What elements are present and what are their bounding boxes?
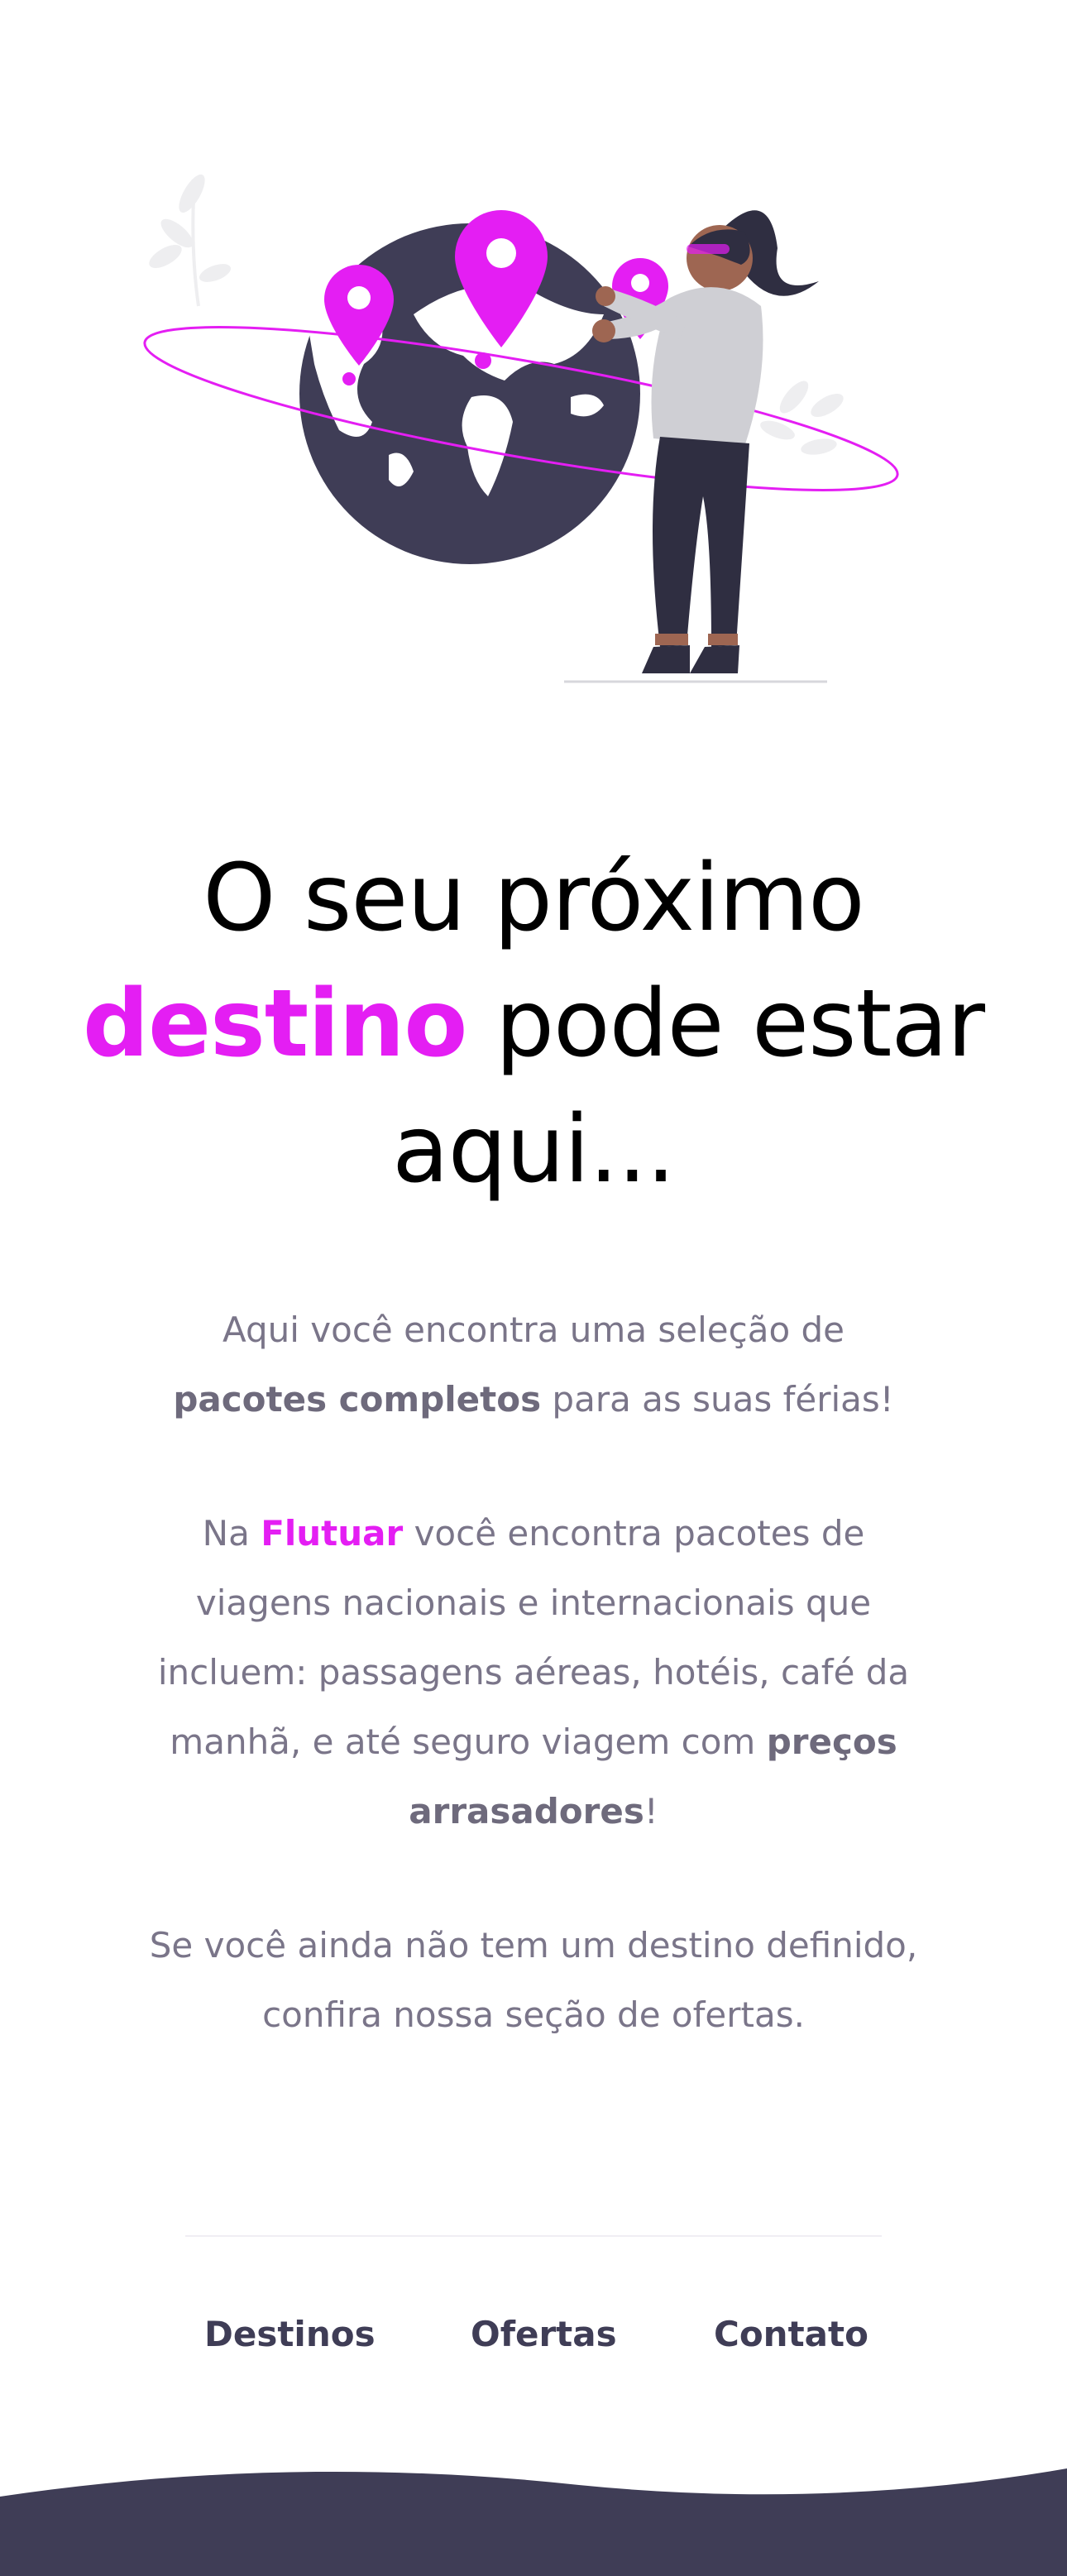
intro-text: Aqui você encontra uma seleção de (222, 1310, 845, 1350)
headline-accent: destino (82, 970, 467, 1078)
headline-line-1: O seu próximo (203, 845, 864, 952)
hero-illustration (143, 174, 899, 683)
nav-link-contato[interactable]: Contato (714, 2310, 868, 2359)
nav-link-destinos[interactable]: Destinos (204, 2310, 376, 2359)
nav-link-ofertas[interactable]: Ofertas (471, 2310, 617, 2359)
headline-line-3: aqui... (392, 1096, 676, 1204)
intro-text: Se você ainda não tem um destino definid… (149, 1925, 918, 2035)
brand-name: Flutuar (261, 1513, 404, 1554)
page-title: O seu próximo destino pode estar aqui... (0, 836, 1067, 1213)
footer-nav: Destinos Ofertas Contato (0, 2310, 1067, 2359)
intro-paragraph-3: Se você ainda não tem um destino definid… (141, 1911, 926, 2050)
footer-divider (185, 2235, 882, 2237)
intro-paragraph-2: Na Flutuar você encontra pacotes de viag… (141, 1499, 926, 1846)
leaf-decoration-icon (149, 174, 232, 307)
headline-line-2: pode estar (467, 970, 985, 1078)
intro-paragraph-1: Aqui você encontra uma seleção de pacote… (141, 1295, 926, 1434)
footer-wave (0, 2468, 1067, 2576)
intro-text: Na (202, 1513, 261, 1554)
intro-highlight: pacotes completos (173, 1379, 542, 1420)
intro-text: para as suas férias! (541, 1379, 894, 1420)
intro-text: ! (644, 1791, 658, 1831)
